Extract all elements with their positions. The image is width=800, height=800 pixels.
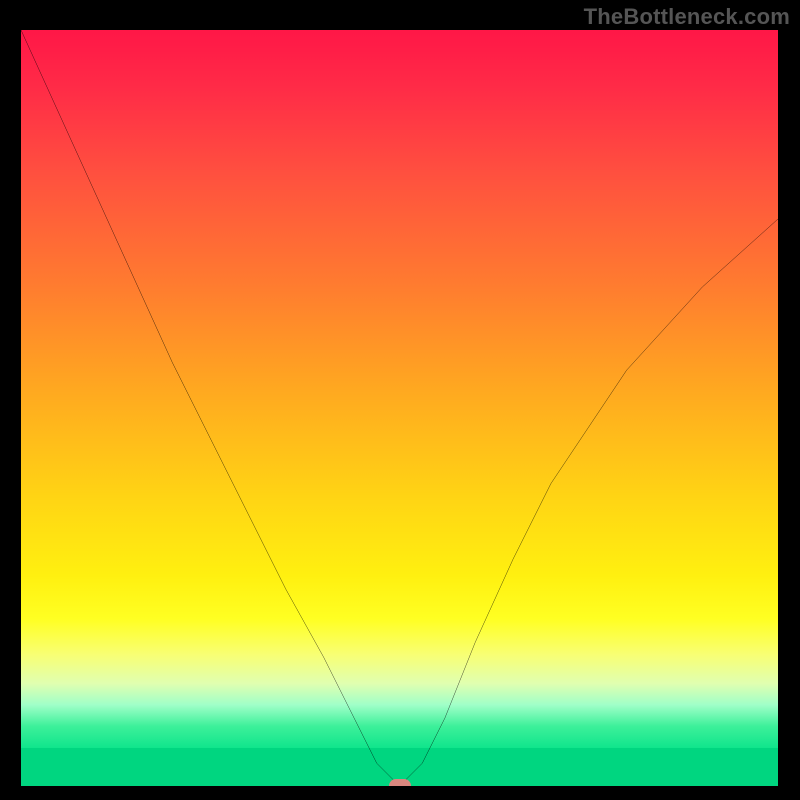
bottleneck-curve — [21, 30, 778, 786]
chart-container: TheBottleneck.com — [0, 0, 800, 800]
optimum-marker — [389, 779, 411, 786]
watermark-text: TheBottleneck.com — [584, 4, 790, 30]
plot-area — [21, 30, 778, 786]
